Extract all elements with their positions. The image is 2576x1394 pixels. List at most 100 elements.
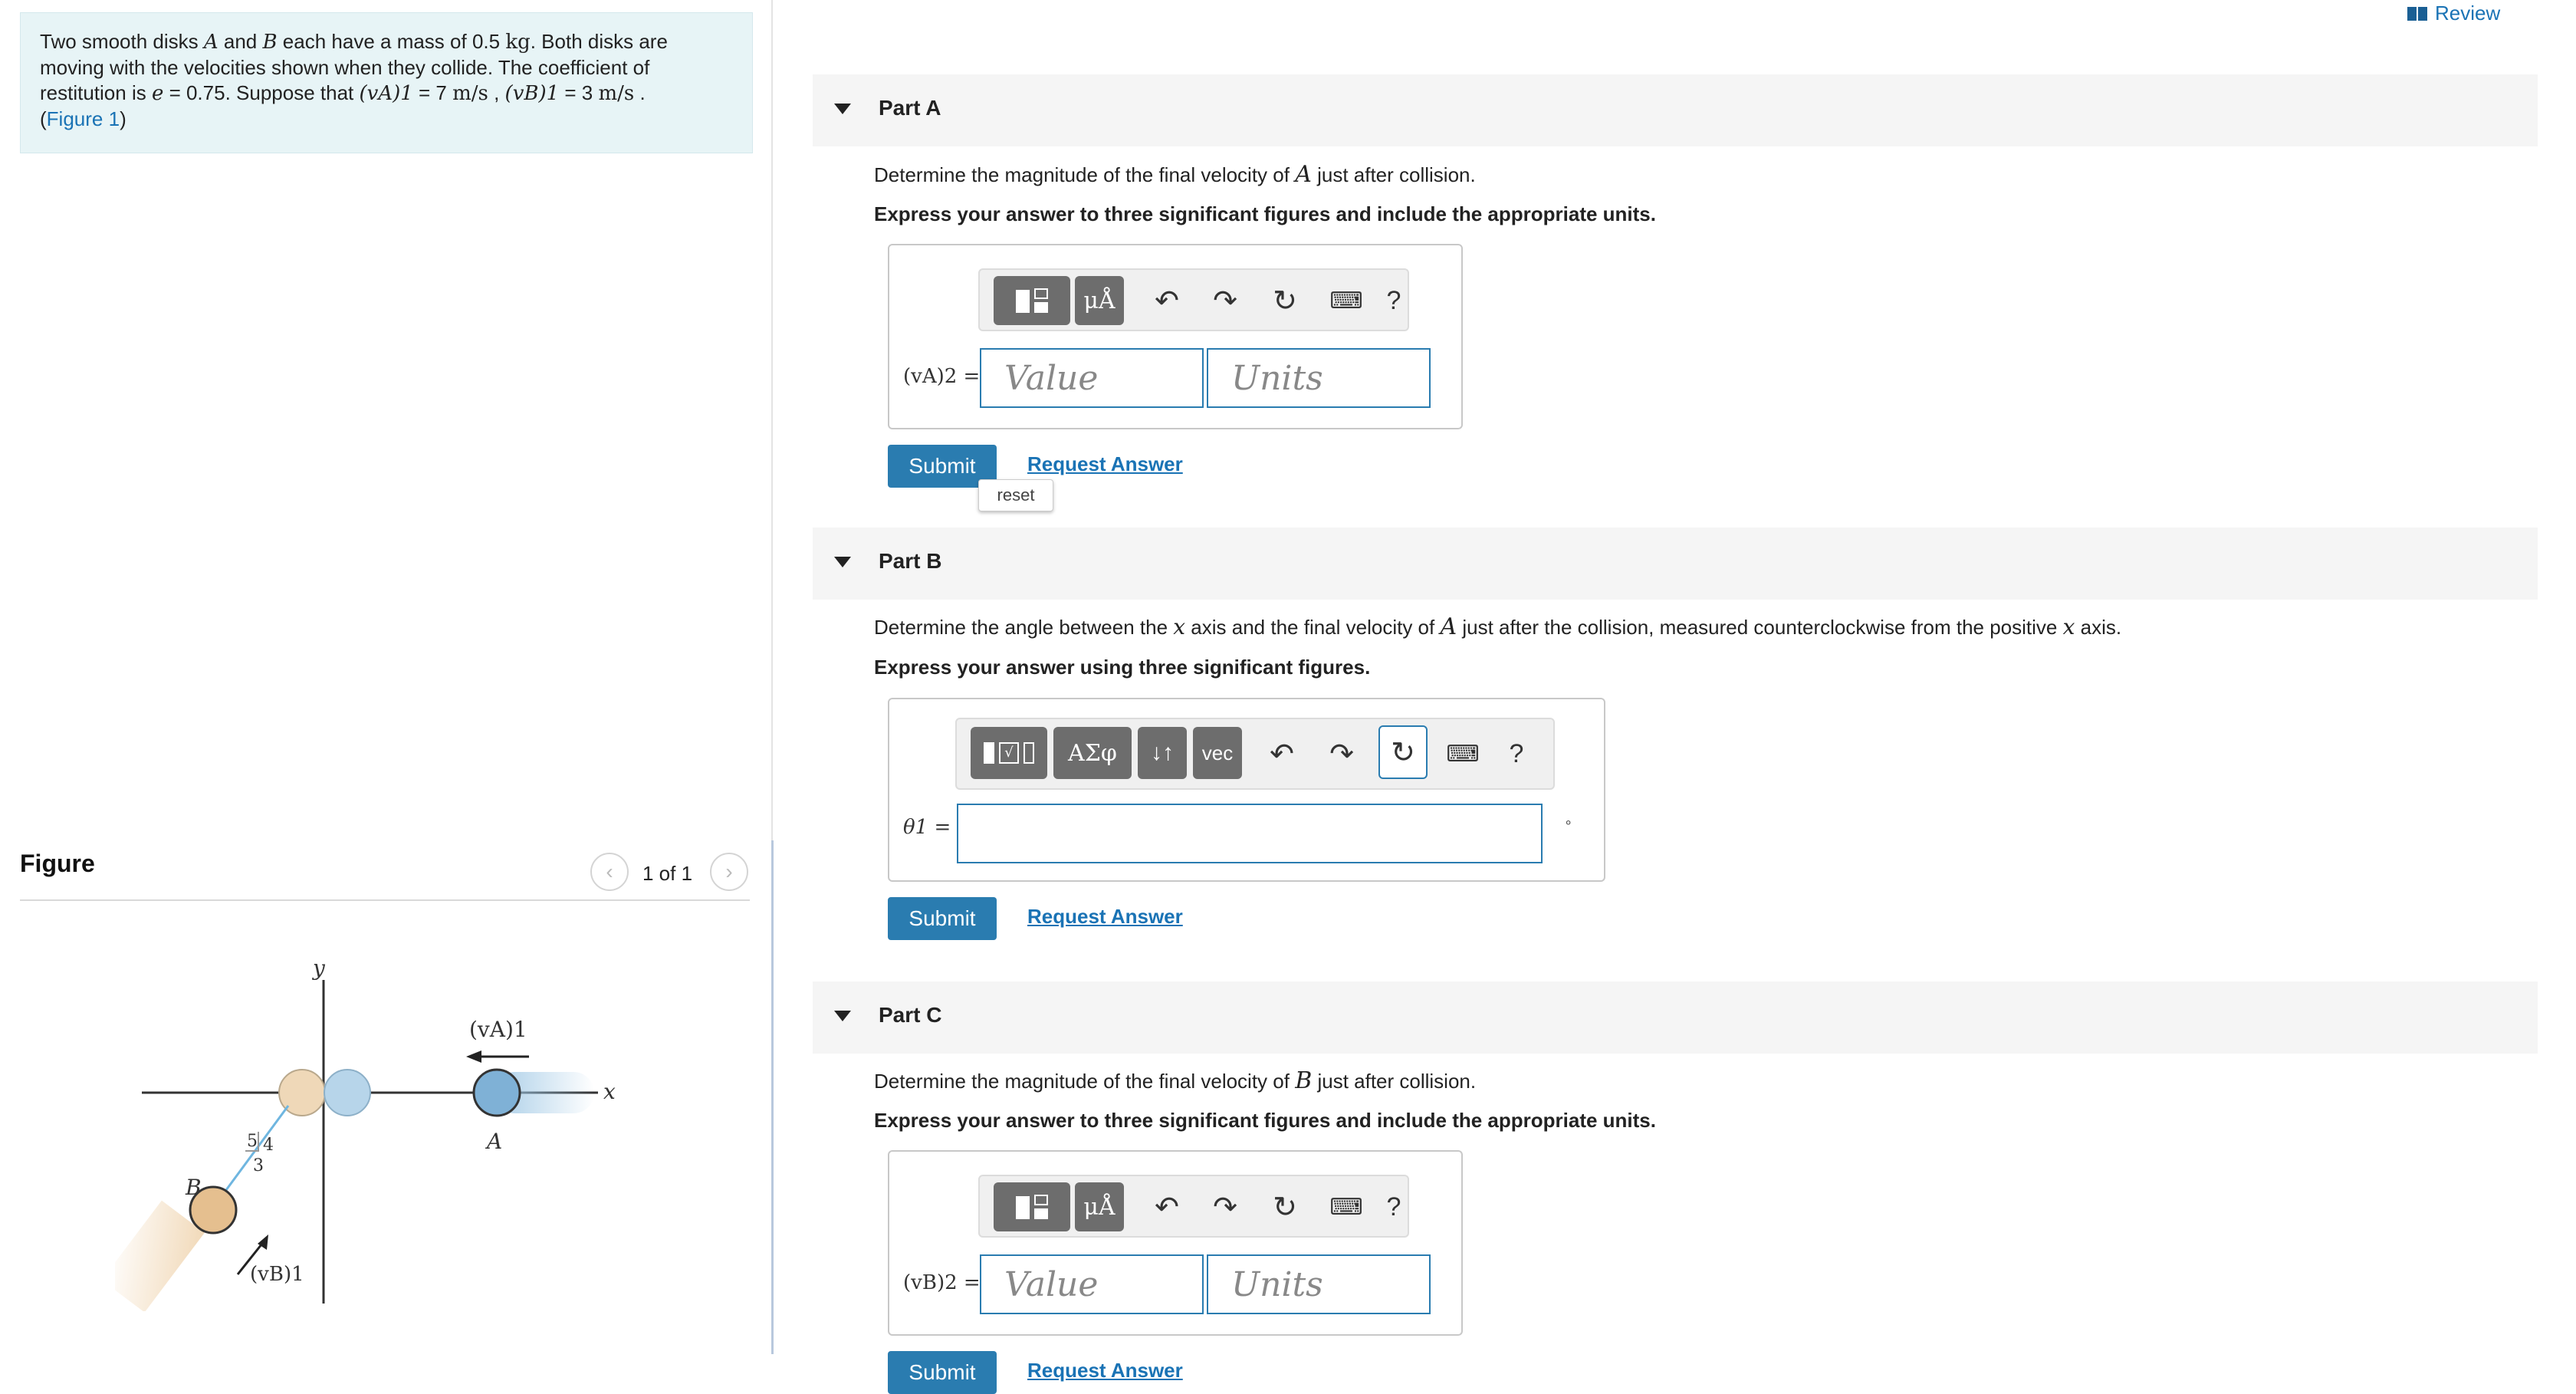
part-b-request-answer-link[interactable]: Request Answer: [1027, 905, 1183, 929]
arrowhead-icon: [466, 1050, 481, 1063]
disk-b-symbol: B: [1295, 1067, 1313, 1094]
part-c-title: Part C: [879, 1003, 942, 1027]
help-icon[interactable]: ?: [1378, 1184, 1409, 1230]
problem-text: = 7: [412, 81, 453, 104]
collapse-caret-icon[interactable]: [834, 104, 851, 114]
part-c-header[interactable]: Part C: [813, 981, 2538, 1054]
arrows-button[interactable]: ↓↑: [1138, 727, 1187, 779]
undo-icon[interactable]: ↶: [1260, 730, 1303, 778]
part-b-header[interactable]: Part B: [813, 528, 2538, 600]
review-label: Review: [2435, 2, 2501, 25]
disk-a-ghost: [324, 1069, 371, 1116]
problem-statement: Two smooth disks A and B each have a mas…: [40, 29, 730, 132]
y-axis-label: y: [311, 955, 326, 981]
part-a-units-input[interactable]: Units: [1207, 348, 1431, 408]
question-text: just after collision.: [1311, 163, 1476, 186]
keyboard-icon[interactable]: ⌨: [1322, 1184, 1371, 1230]
chevron-right-icon: ›: [725, 860, 733, 883]
pane-resize-handle[interactable]: [771, 840, 774, 1354]
problem-text: each have a mass of 0.5: [277, 30, 506, 53]
question-text: axis and the final velocity of: [1185, 616, 1441, 639]
part-c-units-input[interactable]: Units: [1207, 1254, 1431, 1314]
reset-icon[interactable]: ↻: [1263, 278, 1306, 324]
keyboard-icon[interactable]: ⌨: [1438, 730, 1487, 778]
velocity-b-label: (vB)1: [250, 1263, 304, 1286]
templates-button[interactable]: √: [971, 727, 1047, 779]
help-icon[interactable]: ?: [1378, 278, 1409, 324]
question-text: Determine the magnitude of the final vel…: [874, 1070, 1296, 1093]
templates-button[interactable]: [994, 276, 1070, 325]
velocity-a-label: (vA)1: [469, 1017, 527, 1042]
part-b-toolbar: √ ΑΣφ ↓↑ vec ↶ ↷ ↻ ⌨ ?: [955, 718, 1555, 790]
problem-text: (: [40, 107, 47, 130]
part-c-value-input[interactable]: Value: [980, 1254, 1204, 1314]
redo-icon[interactable]: ↷: [1204, 1184, 1247, 1230]
mass-unit: kg: [505, 31, 531, 54]
part-a-variable-label: (vA)2 =: [903, 365, 981, 388]
velocity-b-symbol: (vB)1: [504, 82, 560, 105]
reset-tooltip: reset: [978, 479, 1053, 511]
figure-link[interactable]: Figure 1: [47, 107, 120, 130]
redo-icon[interactable]: ↷: [1320, 730, 1363, 778]
part-a-request-answer-link[interactable]: Request Answer: [1027, 452, 1183, 476]
problem-text: Two smooth disks: [40, 30, 204, 53]
part-c-submit-button[interactable]: Submit: [888, 1351, 997, 1394]
problem-text: and: [218, 30, 263, 53]
problem-text: = 0.75. Suppose that: [163, 81, 360, 104]
undo-icon[interactable]: ↶: [1145, 278, 1188, 324]
review-link[interactable]: Review: [2407, 2, 2500, 25]
figure-divider: [20, 899, 750, 901]
degree-unit: ∘: [1564, 814, 1573, 830]
disk-a: [472, 1068, 521, 1117]
help-icon[interactable]: ?: [1501, 730, 1532, 778]
part-b-title: Part B: [879, 549, 942, 573]
problem-text: = 3: [559, 81, 599, 104]
part-c-question: Determine the magnitude of the final vel…: [874, 1067, 1476, 1094]
book-icon: [2407, 6, 2427, 21]
collapse-caret-icon[interactable]: [834, 557, 851, 567]
next-figure-button[interactable]: ›: [710, 853, 748, 891]
units-symbols-button[interactable]: μÅ: [1075, 276, 1124, 325]
part-c-toolbar: μÅ ↶ ↷ ↻ ⌨ ?: [978, 1175, 1409, 1238]
velocity-unit: m/s: [452, 82, 488, 105]
undo-icon[interactable]: ↶: [1145, 1184, 1188, 1230]
keyboard-icon[interactable]: ⌨: [1322, 278, 1371, 324]
figure-title: Figure: [20, 850, 95, 877]
templates-button[interactable]: [994, 1182, 1070, 1231]
question-text: just after the collision, measured count…: [1457, 616, 2063, 639]
part-b-variable-label: θ1 =: [903, 816, 951, 839]
left-pane: Two smooth disks A and B each have a mas…: [0, 0, 774, 1354]
slope-label-3: 3: [253, 1156, 264, 1175]
part-a-instructions: Express your answer to three significant…: [874, 202, 1656, 225]
collapse-caret-icon[interactable]: [834, 1011, 851, 1021]
greek-symbols-button[interactable]: ΑΣφ: [1053, 727, 1132, 779]
units-symbols-button[interactable]: μÅ: [1075, 1182, 1124, 1231]
part-b-question: Determine the angle between the x axis a…: [874, 613, 2121, 640]
slope-label-5: 5: [247, 1132, 258, 1151]
disk-b-symbol: B: [262, 31, 278, 54]
previous-figure-button[interactable]: ‹: [590, 853, 629, 891]
part-a-answer-box: μÅ ↶ ↷ ↻ ⌨ ? (vA)2 = Value Units: [888, 244, 1463, 429]
part-c-variable-label: (vB)2 =: [903, 1271, 981, 1294]
x-axis-label: x: [603, 1079, 616, 1104]
disk-a-label: A: [485, 1129, 502, 1154]
figure-counter: 1 of 1: [642, 862, 693, 885]
part-b-angle-input[interactable]: [957, 804, 1543, 863]
part-c-answer-box: μÅ ↶ ↷ ↻ ⌨ ? (vB)2 = Value Units: [888, 1150, 1463, 1336]
redo-icon[interactable]: ↷: [1204, 278, 1247, 324]
part-a-value-input[interactable]: Value: [980, 348, 1204, 408]
part-b-submit-button[interactable]: Submit: [888, 897, 997, 940]
question-text: Determine the angle between the: [874, 616, 1174, 639]
question-text: Determine the magnitude of the final vel…: [874, 163, 1296, 186]
part-c-request-answer-link[interactable]: Request Answer: [1027, 1359, 1183, 1382]
restitution-symbol: e: [151, 82, 164, 105]
question-text: just after collision.: [1312, 1070, 1477, 1093]
part-a-header[interactable]: Part A: [813, 74, 2538, 146]
chevron-left-icon: ‹: [606, 860, 613, 883]
reset-icon[interactable]: ↻: [1378, 725, 1428, 779]
reset-icon[interactable]: ↻: [1263, 1184, 1306, 1230]
part-a-question: Determine the magnitude of the final vel…: [874, 161, 1476, 188]
problem-text: ,: [488, 81, 505, 104]
problem-text: .: [634, 81, 646, 104]
vector-button[interactable]: vec: [1193, 727, 1242, 779]
